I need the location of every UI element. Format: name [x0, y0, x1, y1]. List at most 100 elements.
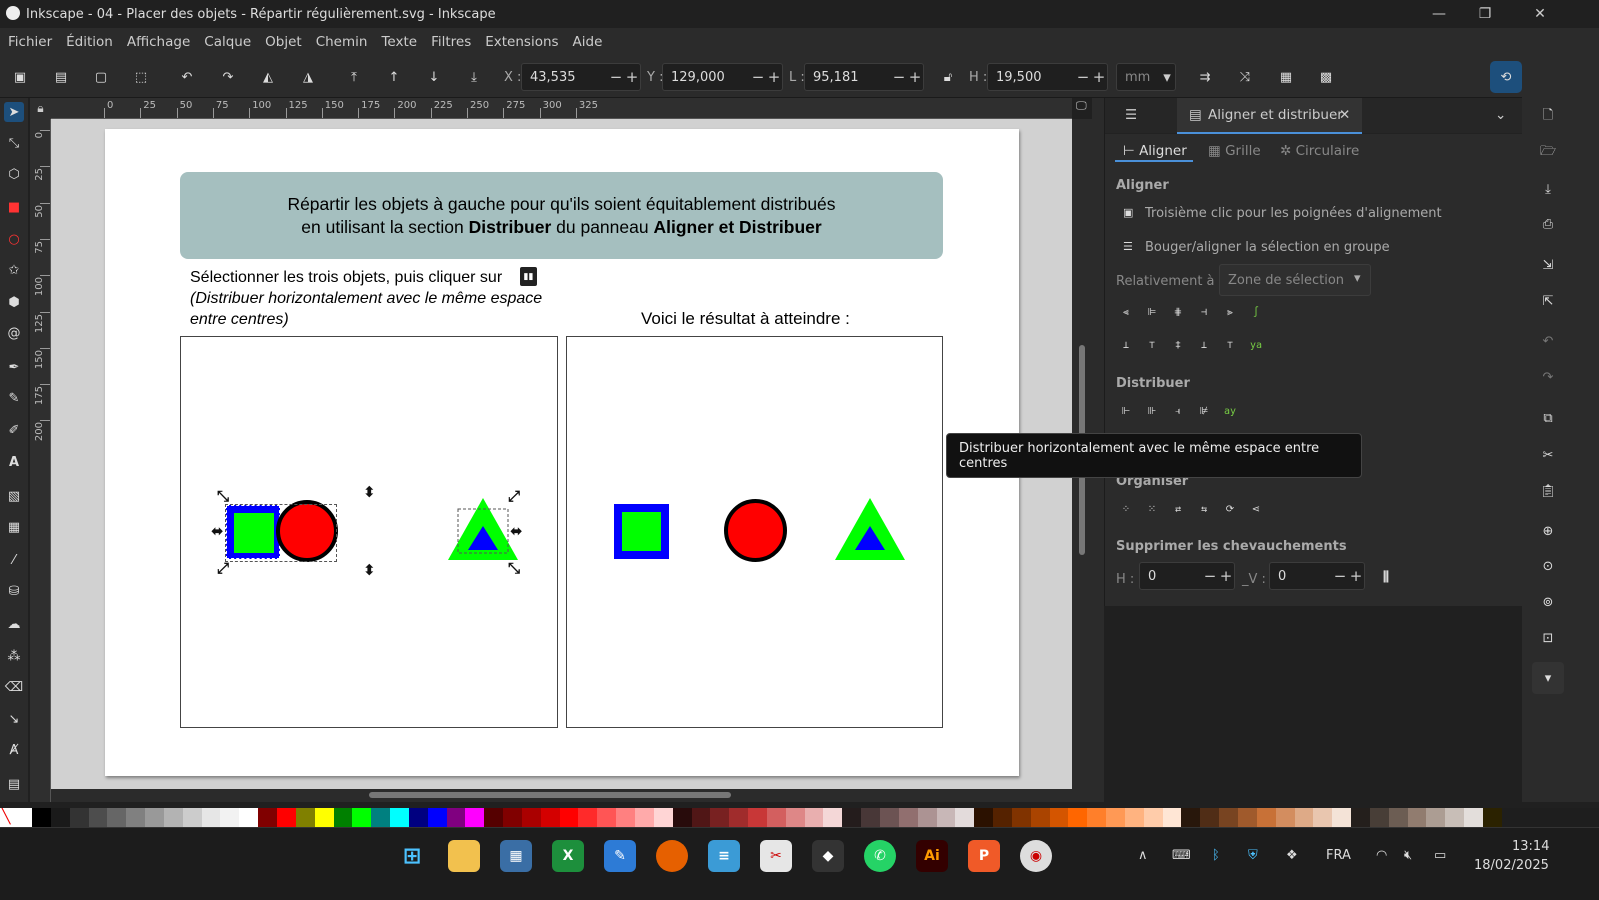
- plus-icon[interactable]: +: [1091, 68, 1107, 86]
- export-icon[interactable]: ⇱: [1537, 290, 1559, 312]
- notepad-icon[interactable]: ≡: [708, 840, 740, 872]
- screen-recorder-icon[interactable]: ◉: [1020, 840, 1052, 872]
- palette-swatch[interactable]: [917, 808, 937, 827]
- palette-swatch[interactable]: [748, 808, 767, 827]
- display-mode-icon[interactable]: 🖵︎: [1076, 99, 1090, 113]
- align-baselines-icon[interactable]: ya: [1247, 336, 1265, 354]
- exchange-z-order-icon[interactable]: ⇆: [1195, 500, 1213, 518]
- new-document-icon[interactable]: 🗋︎: [1537, 106, 1559, 128]
- tray-chevron-icon[interactable]: ∧: [1138, 848, 1148, 863]
- battery-icon[interactable]: ▭: [1434, 848, 1446, 863]
- save-document-icon[interactable]: ⤓: [1537, 178, 1559, 200]
- clock-date[interactable]: 18/02/2025: [1474, 858, 1549, 873]
- palette-swatch[interactable]: [691, 808, 711, 827]
- node-tool-icon[interactable]: ⤡: [4, 133, 24, 153]
- lock-ratio-icon[interactable]: 🔓︎: [937, 66, 959, 88]
- minimize-button[interactable]: —: [1416, 0, 1462, 28]
- minus-icon[interactable]: −: [1202, 567, 1218, 585]
- import-icon[interactable]: ⇲: [1537, 254, 1559, 276]
- palette-swatch[interactable]: [333, 808, 353, 827]
- volume-muted-icon[interactable]: 🔇︎: [1404, 848, 1412, 863]
- snap-toggle-icon[interactable]: ⟲: [1490, 61, 1522, 93]
- remove-overlaps-button[interactable]: ⫼: [1377, 568, 1395, 586]
- pen-tool-icon[interactable]: ✒: [4, 357, 24, 377]
- pages-tool-icon[interactable]: ▤: [4, 774, 24, 794]
- palette-swatch[interactable]: [710, 808, 730, 827]
- align-right-to-left-icon[interactable]: ⫷: [1117, 303, 1135, 321]
- spiral-tool-icon[interactable]: @: [4, 323, 24, 343]
- text-tool-icon[interactable]: A: [4, 452, 24, 472]
- palette-swatch[interactable]: [1068, 808, 1088, 827]
- undo-icon[interactable]: ↶: [1537, 330, 1559, 352]
- horizontal-scrollbar[interactable]: [51, 789, 1072, 802]
- palette-swatch[interactable]: [1256, 808, 1276, 827]
- inkscape-taskbar-icon[interactable]: ◆: [812, 840, 844, 872]
- scale-corners-icon[interactable]: ⤨: [1234, 66, 1256, 88]
- star-tool-icon[interactable]: ✩: [4, 260, 24, 280]
- align-top-icon[interactable]: ⊤: [1143, 336, 1161, 354]
- distribute-left-edges-icon[interactable]: ⊩: [1117, 402, 1135, 420]
- align-text-anchors-icon[interactable]: ∫: [1247, 303, 1265, 321]
- align-left-to-right-icon[interactable]: ⫸: [1221, 303, 1239, 321]
- palette-swatch[interactable]: [201, 808, 221, 827]
- palette-swatch[interactable]: [1049, 808, 1069, 827]
- plus-icon[interactable]: +: [1348, 567, 1364, 585]
- palette-swatch[interactable]: [1313, 808, 1333, 827]
- copy-icon[interactable]: ⧉: [1537, 407, 1559, 429]
- palette-swatch[interactable]: [32, 808, 51, 827]
- overlap-v-spinbox[interactable]: 0 − +: [1269, 562, 1365, 590]
- menu-texte[interactable]: Texte: [381, 34, 417, 50]
- zoom-selection-icon[interactable]: ⊕: [1537, 520, 1559, 542]
- option-group-move[interactable]: Bouger/aligner la sélection en groupe: [1145, 240, 1390, 255]
- distribute-right-edges-icon[interactable]: ⫣: [1169, 402, 1187, 420]
- relative-to-select[interactable]: Zone de sélection ▾: [1219, 264, 1371, 296]
- palette-swatch[interactable]: [974, 808, 994, 827]
- unit-select[interactable]: mm ▾: [1116, 63, 1176, 91]
- palette-swatch[interactable]: [1181, 808, 1201, 827]
- menu-objet[interactable]: Objet: [265, 34, 302, 50]
- palette-swatch[interactable]: [578, 808, 598, 827]
- layers-tab-icon[interactable]: ☰: [1125, 107, 1137, 123]
- group-move-icon[interactable]: ☰: [1123, 240, 1133, 253]
- palette-swatch[interactable]: [1143, 808, 1163, 827]
- palette-swatch[interactable]: [616, 808, 635, 827]
- randomize-icon[interactable]: ⁘: [1117, 500, 1135, 518]
- height-spinbox[interactable]: 19,500 − +: [987, 63, 1108, 91]
- menu-fichier[interactable]: Fichier: [8, 34, 52, 50]
- palette-swatch[interactable]: [1106, 808, 1125, 827]
- menu-calque[interactable]: Calque: [204, 34, 251, 50]
- spreadsheet-app-icon[interactable]: X: [552, 840, 584, 872]
- handles-icon[interactable]: ▣: [1123, 206, 1133, 219]
- menu-chemin[interactable]: Chemin: [316, 34, 368, 50]
- palette-swatch[interactable]: [804, 808, 824, 827]
- paint-app-icon[interactable]: ✎: [604, 840, 636, 872]
- firefox-icon[interactable]: [656, 840, 688, 872]
- paint-bucket-tool-icon[interactable]: ⛁: [4, 581, 24, 601]
- minus-icon[interactable]: −: [1332, 567, 1348, 585]
- palette-swatch[interactable]: [465, 808, 485, 827]
- color-palette[interactable]: ╲: [0, 808, 1599, 827]
- transform-gradient-icon[interactable]: ▦: [1275, 66, 1297, 88]
- align-right-icon[interactable]: ⊣: [1195, 303, 1213, 321]
- palette-swatch[interactable]: [484, 808, 504, 827]
- overlap-h-spinbox[interactable]: 0 − +: [1139, 562, 1235, 590]
- palette-swatch[interactable]: [1087, 808, 1107, 827]
- calligraphy-tool-icon[interactable]: ✐: [4, 420, 24, 440]
- zoom-page-icon[interactable]: ⊚: [1537, 591, 1559, 613]
- palette-swatch[interactable]: [1332, 808, 1352, 827]
- dropper-tool-icon[interactable]: ⁄: [4, 550, 24, 570]
- shape-builder-tool-icon[interactable]: ⬡: [4, 164, 24, 184]
- transform-pattern-icon[interactable]: ▩: [1315, 66, 1337, 88]
- snipping-tool-icon[interactable]: ✂: [760, 840, 792, 872]
- palette-swatch[interactable]: [785, 808, 805, 827]
- palette-swatch[interactable]: [842, 808, 862, 827]
- open-document-icon[interactable]: 🗁︎: [1537, 142, 1559, 164]
- menu-aide[interactable]: Aide: [573, 34, 603, 50]
- palette-swatch[interactable]: [408, 808, 428, 827]
- palette-swatch[interactable]: [145, 808, 164, 827]
- palette-swatch[interactable]: [766, 808, 786, 827]
- close-tab-icon[interactable]: ✕: [1339, 107, 1350, 123]
- palette-swatch[interactable]: [314, 808, 334, 827]
- gradient-tool-icon[interactable]: ▧: [4, 486, 24, 506]
- tweak-tool-icon[interactable]: ☁: [4, 614, 24, 634]
